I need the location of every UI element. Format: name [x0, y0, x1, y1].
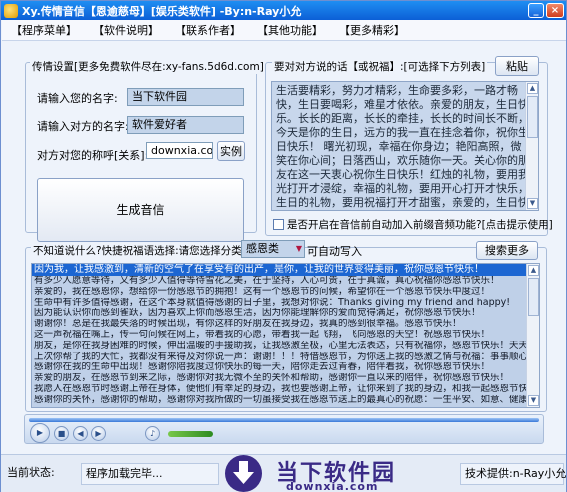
- phrase-list[interactable]: 因为我，让我感激到，清新的空气了在享受有的出产，是你，让我的世界变得美丽，祝你感…: [31, 263, 540, 408]
- stop-icon[interactable]: ■: [54, 426, 69, 441]
- volume-slider[interactable]: [168, 431, 213, 437]
- message-title: 要对对方说的话【或祝福】:[可选择下方列表]: [272, 59, 488, 74]
- auto-music-checkbox[interactable]: [273, 219, 284, 230]
- list-item[interactable]: 感谢你在我的生命中出现！感谢你陪我度过你快乐的每一天，陪你走去过青春，陪伴着我，…: [32, 362, 526, 373]
- name-field[interactable]: 当下软件园: [127, 88, 244, 106]
- scroll-down-icon[interactable]: ▼: [527, 198, 538, 209]
- chevron-down-icon: ▼: [295, 244, 302, 253]
- menu-program[interactable]: 【程序菜单】: [2, 22, 84, 38]
- scroll-down-icon[interactable]: ▼: [528, 395, 539, 406]
- menu-other[interactable]: 【其他功能】: [248, 22, 330, 38]
- minimize-button[interactable]: _: [528, 3, 544, 18]
- other-name-field[interactable]: 软件爱好者: [127, 116, 244, 134]
- scroll-thumb[interactable]: [527, 96, 538, 138]
- send-settings-title: 传情设置[更多免费软件尽在:xy-fans.5d6d.com]: [30, 59, 266, 74]
- title-bar: Xy.传情音信【恩逾慈母】[娱乐类软件] -By:n-Ray小允 _ ×: [1, 1, 566, 20]
- generate-button[interactable]: 生成音信: [37, 178, 244, 242]
- list-item[interactable]: 亲爱的，我在感恩你，想给你一份感恩节的拥抱！这有一个感恩节的问候，希望你在一个感…: [32, 287, 526, 298]
- phrase-prompt: 不知道说什么?快捷祝福语选择:请您选择分类:: [31, 243, 248, 258]
- message-scrollbar[interactable]: ▲ ▼: [525, 82, 538, 210]
- list-scrollbar[interactable]: ▲ ▼: [526, 264, 539, 407]
- message-text: 生活要精彩，努力才精彩，生命要多彩，一路才畅快，生日要喝彩，难星才依依。亲爱的朋…: [276, 84, 529, 209]
- download-arrow-icon: [233, 461, 254, 484]
- previous-icon[interactable]: ◀: [73, 426, 88, 441]
- menu-bar: 【程序菜单】 【软件说明】 【联系作者】 【其他功能】 【更多精彩】: [2, 20, 566, 41]
- list-item[interactable]: 我愿人在感恩节时感谢上帝在身体，便他们有幸足的身边，我也要感谢上帝，让你来到了我…: [32, 384, 526, 395]
- honorific-label: 对方对您的称呼[关系]:: [37, 149, 149, 162]
- scroll-thumb[interactable]: [528, 278, 539, 316]
- menu-help[interactable]: 【软件说明】: [84, 22, 166, 38]
- app-icon: [4, 3, 18, 18]
- list-item[interactable]: 这一声祝福在嘴上，传一句问候在网上，带着我的心愿，带着我一起飞翔，飞向感恩的天空…: [32, 330, 526, 341]
- other-name-label: 请输入对方的名字:: [37, 120, 129, 133]
- status-label: 当前状态:: [7, 466, 55, 479]
- name-label: 请输入您的名字:: [37, 92, 118, 105]
- list-item[interactable]: 亲爱的朋友，在感恩节到来之际，感谢你对我无微不至的关怀和帮助，感谢你一直以来的陪…: [32, 373, 526, 384]
- next-icon[interactable]: ▶: [91, 426, 106, 441]
- status-value: 程序加载完毕...: [81, 463, 219, 485]
- seek-bar[interactable]: [29, 418, 539, 422]
- list-item[interactable]: 因为能认识你而感到雀跃，因为喜欢上你而感恩生活，因为你能理解你的爱而觉得满足，祝…: [32, 308, 526, 319]
- list-item[interactable]: 朋友，是你在我身困难的时候，伸出温暖的手援助我，让我感激至极，心里无法表达，只有…: [32, 341, 526, 352]
- menu-contact[interactable]: 【联系作者】: [166, 22, 248, 38]
- window-title: Xy.传情音信【恩逾慈母】[娱乐类软件] -By:n-Ray小允: [22, 4, 302, 18]
- list-item[interactable]: 生命中有许多值得感谢，在这个本身就值得感谢的日子里，我想对你说：Thanks g…: [32, 298, 526, 309]
- example-button[interactable]: 实例: [217, 141, 245, 161]
- support-label: 技术提供:n-Ray小允: [460, 463, 566, 485]
- close-button[interactable]: ×: [546, 3, 564, 18]
- honorific-field[interactable]: downxia.com: [146, 142, 213, 159]
- list-item[interactable]: 感谢你的关怀，感谢你的帮助，感谢你对我所做的一切虽接受我在感恩节送上的最真心的祝…: [32, 395, 526, 406]
- list-item[interactable]: 有多少人愿意等待，又有多少人值得等待雪花之美，在于坚持，人心可贵，在于真诚，真心…: [32, 276, 526, 287]
- auto-write-label: 可自动写入: [307, 245, 362, 258]
- speaker-icon[interactable]: ♪: [145, 426, 160, 441]
- category-value: 感恩类: [246, 242, 279, 255]
- scroll-up-icon[interactable]: ▲: [527, 83, 538, 94]
- list-item[interactable]: 上次你帮了我的大忙，我都没有来得及对你说一声：谢谢！！！特借感恩节，为你送上我的…: [32, 352, 526, 363]
- category-select[interactable]: 感恩类 ▼: [241, 240, 305, 258]
- paste-button[interactable]: 粘贴: [495, 56, 539, 76]
- app-window: Xy.传情音信【恩逾慈母】[娱乐类软件] -By:n-Ray小允 _ × 【程序…: [0, 0, 567, 492]
- media-player: ▶ ■ ◀ ▶ ♪: [24, 414, 544, 444]
- status-bar: 当前状态: 程序加载完毕... 当下软件园 downxia.com 技术提供:n…: [1, 454, 566, 492]
- search-more-button[interactable]: 搜索更多: [476, 241, 538, 260]
- list-item[interactable]: 谢谢你！总是在我最失落的时候出现，有你这样的好朋友在我身边，我真的感到很幸福。感…: [32, 319, 526, 330]
- auto-music-label: 是否开启在音信前自动加入前缀音频功能?[点击提示使用]: [287, 219, 553, 231]
- list-item[interactable]: 因为我，让我感激到，清新的空气了在享受有的出产，是你，让我的世界变得美丽，祝你感…: [32, 264, 526, 276]
- watermark-logo: [225, 455, 262, 492]
- scroll-up-icon[interactable]: ▲: [528, 265, 539, 276]
- honorific-value: downxia.com: [151, 144, 213, 157]
- play-icon[interactable]: ▶: [30, 423, 50, 443]
- message-textarea[interactable]: 生活要精彩，努力才精彩，生命要多彩，一路才畅快，生日要喝彩，难星才依依。亲爱的朋…: [271, 81, 539, 211]
- menu-more[interactable]: 【更多精彩】: [330, 22, 412, 38]
- watermark-subtitle: downxia.com: [286, 480, 379, 492]
